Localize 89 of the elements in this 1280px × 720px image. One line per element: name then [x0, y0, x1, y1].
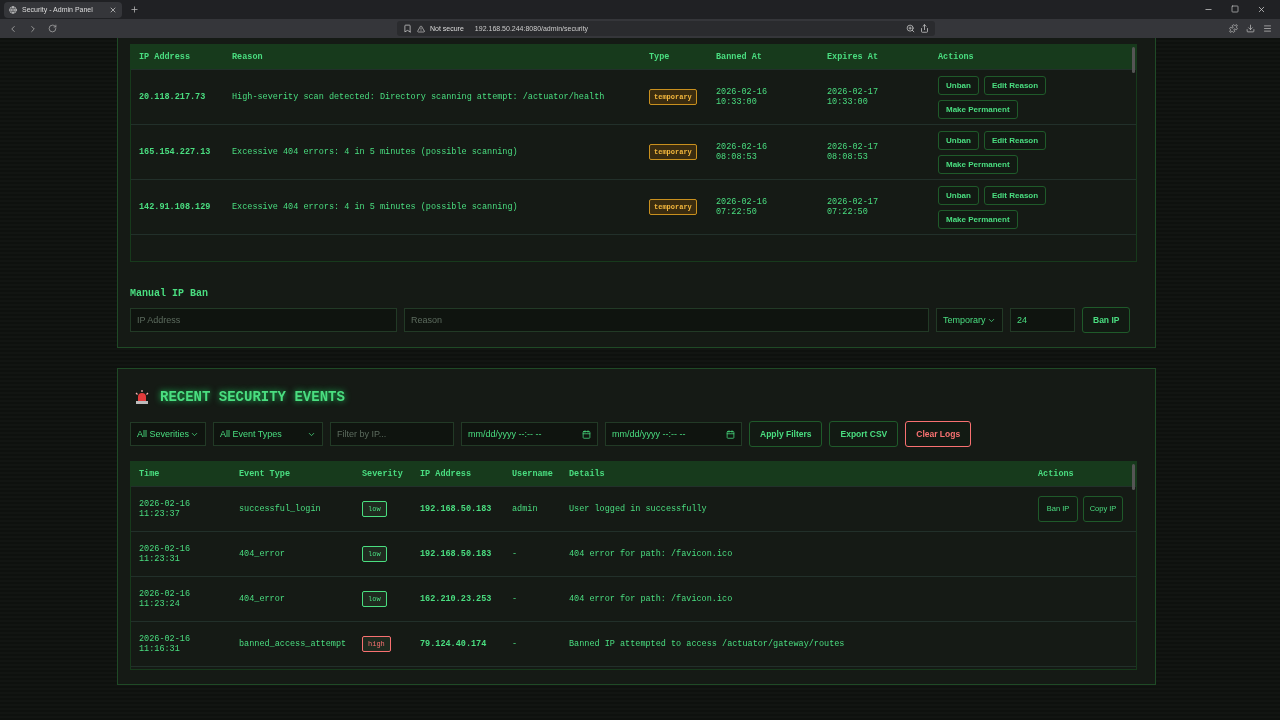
action-button[interactable]: Make Permanent [938, 99, 1018, 119]
username-cell-text: - [512, 638, 519, 650]
column-header: Actions [1038, 469, 1075, 479]
column-header: Type [649, 52, 671, 62]
event-type-select[interactable]: All Event Types [213, 422, 323, 446]
ip-filter-input[interactable]: Filter by IP... [330, 422, 454, 446]
zoom-icon [906, 24, 915, 33]
section-title: Manual IP Ban [130, 288, 209, 299]
time-cell-text: 2026-02-16 11:23:37 [139, 498, 191, 520]
time-cell-text: 2026-02-16 11:16:31 [139, 633, 191, 655]
warning-icon [417, 24, 425, 33]
ip-cell-text: 20.118.217.73 [139, 91, 207, 103]
ban-type-select[interactable]: Temporary [936, 308, 1003, 332]
globe-icon [9, 5, 17, 14]
maximize-icon[interactable] [1231, 5, 1239, 13]
event-type-cell-text: banned_access_attempt [239, 638, 348, 650]
ip-cell-text: 79.124.40.174 [420, 638, 488, 650]
action-button[interactable]: Unban [938, 75, 979, 95]
column-header: Username [512, 469, 554, 479]
ip-cell-text: 192.168.50.183 [420, 548, 493, 560]
hours-input[interactable]: 24 [1010, 308, 1075, 332]
ip-cell-text: 165.154.227.13 [139, 146, 212, 158]
column-header: Expires At [827, 52, 879, 62]
reload-icon[interactable] [48, 24, 57, 33]
back-icon[interactable] [8, 23, 18, 34]
calendar-icon[interactable] [726, 429, 735, 439]
reason-cell-text: Excessive 404 errors: 4 in 5 minutes (possible scanning) [232, 201, 519, 213]
username-cell-text: - [512, 548, 519, 560]
time-cell-text: 2026-02-16 11:23:24 [139, 588, 191, 610]
date-field[interactable]: mm/dd/yyyy --:-- -- [605, 422, 742, 446]
column-header: Actions [938, 52, 975, 62]
ban-ip-button[interactable]: Ban IP [1082, 307, 1131, 333]
event-type-cell-text: 404_error [239, 548, 286, 560]
close-icon[interactable] [109, 5, 117, 14]
filter-button[interactable]: Apply Filters [749, 421, 823, 447]
event-type-cell-text: successful_login [239, 503, 322, 515]
event-type-cell-text: 404_error [239, 593, 286, 605]
scrollbar[interactable] [1132, 47, 1135, 73]
date-cell-text: 2026-02-17 08:08:53 [827, 141, 879, 163]
action-button[interactable]: Unban [938, 185, 979, 205]
action-button[interactable]: Unban [938, 130, 979, 150]
ip-input[interactable]: IP Address [130, 308, 397, 332]
new-tab-icon[interactable] [130, 5, 139, 14]
date-cell-text: 2026-02-17 10:33:00 [827, 86, 879, 108]
action-button[interactable]: Edit Reason [983, 75, 1047, 95]
filter-button[interactable]: Clear Logs [905, 421, 972, 447]
column-header: Reason [232, 52, 264, 62]
date-field[interactable]: mm/dd/yyyy --:-- -- [461, 422, 598, 446]
date-cell-text: 2026-02-16 07:22:50 [716, 196, 768, 218]
severity-select[interactable]: All Severities [130, 422, 206, 446]
action-button[interactable]: Make Permanent [938, 154, 1018, 174]
reason-cell-text: Excessive 404 errors: 4 in 5 minutes (possible scanning) [232, 146, 519, 158]
reason-input[interactable]: Reason [404, 308, 929, 332]
column-header: IP Address [420, 469, 472, 479]
siren-icon [134, 389, 150, 405]
calendar-icon[interactable] [582, 429, 591, 439]
ip-cell-text: 142.91.108.129 [139, 201, 212, 213]
username-cell-text: admin [512, 503, 539, 515]
forward-icon[interactable] [28, 23, 38, 34]
details-cell-text: User logged in successfully [569, 503, 708, 515]
username-cell-text: - [512, 593, 519, 605]
details-cell-text: Banned IP attempted to access /actuator/gateway/routes [569, 638, 846, 650]
share-icon [920, 24, 929, 33]
reason-cell-text: High-severity scan detected: Directory scanning attempt: /actuator/health [232, 91, 606, 103]
column-header: Banned At [716, 52, 763, 62]
column-header: Severity [362, 469, 404, 479]
section-title: RECENT SECURITY EVENTS [160, 389, 345, 405]
column-header: Time [139, 469, 161, 479]
date-cell-text: 2026-02-17 07:22:50 [827, 196, 879, 218]
bookmark-icon [403, 24, 412, 33]
menu-icon[interactable] [1263, 24, 1272, 33]
scrollbar[interactable] [1132, 464, 1135, 490]
download-icon[interactable] [1246, 24, 1255, 33]
extensions-icon[interactable] [1229, 24, 1238, 33]
action-button[interactable]: Edit Reason [983, 130, 1047, 150]
ip-cell-text: 162.210.23.253 [420, 593, 493, 605]
details-cell-text: 404 error for path: /favicon.ico [569, 593, 734, 605]
action-button[interactable]: Make Permanent [938, 209, 1018, 229]
column-header: Details [569, 469, 606, 479]
details-cell-text: 404 error for path: /favicon.ico [569, 548, 734, 560]
filter-button[interactable]: Export CSV [829, 421, 899, 447]
column-header: Event Type [239, 469, 291, 479]
column-header: IP Address [139, 52, 191, 62]
action-button[interactable]: Edit Reason [983, 185, 1047, 205]
date-cell-text: 2026-02-16 08:08:53 [716, 141, 768, 163]
date-cell-text: 2026-02-16 10:33:00 [716, 86, 768, 108]
ip-cell-text: 192.168.50.183 [420, 503, 493, 515]
close-icon[interactable] [1257, 5, 1266, 14]
time-cell-text: 2026-02-16 11:23:31 [139, 543, 191, 565]
